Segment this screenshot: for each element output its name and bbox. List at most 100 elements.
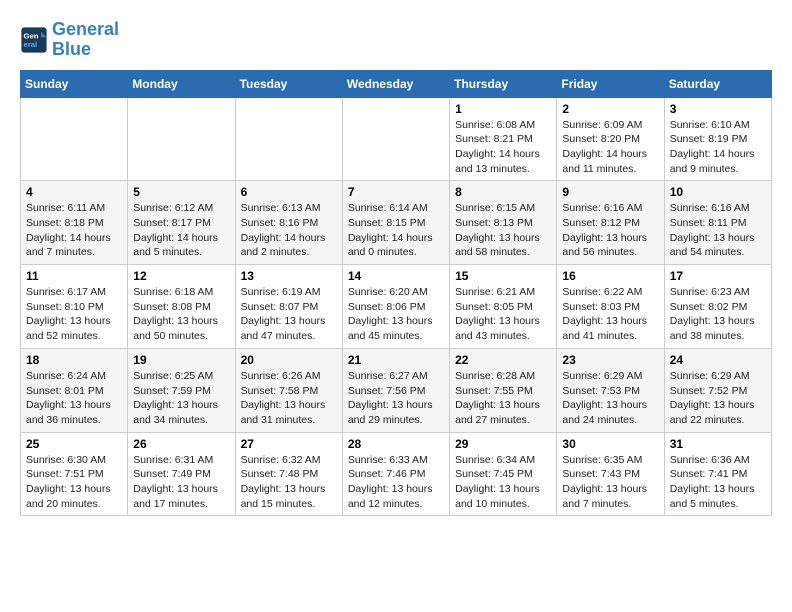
calendar-cell <box>342 97 449 181</box>
calendar-cell: 28 Sunrise: 6:33 AMSunset: 7:46 PMDayligh… <box>342 432 449 516</box>
day-number: 12 <box>133 269 229 283</box>
calendar-cell: 9 Sunrise: 6:16 AMSunset: 8:12 PMDaylight… <box>557 181 664 265</box>
weekday-header-sunday: Sunday <box>21 70 128 97</box>
logo: Gen eral General Blue <box>20 20 119 60</box>
calendar-cell: 29 Sunrise: 6:34 AMSunset: 7:45 PMDayligh… <box>450 432 557 516</box>
day-info: Sunrise: 6:26 AMSunset: 7:58 PMDaylight:… <box>241 369 337 428</box>
calendar-cell: 7 Sunrise: 6:14 AMSunset: 8:15 PMDaylight… <box>342 181 449 265</box>
svg-text:Gen: Gen <box>24 31 39 40</box>
day-info: Sunrise: 6:29 AMSunset: 7:53 PMDaylight:… <box>562 369 658 428</box>
calendar-cell: 22Sunrise: 6:28 AMSunset: 7:55 PMDayligh… <box>450 348 557 432</box>
calendar-cell: 1Sunrise: 6:08 AMSunset: 8:21 PMDaylight… <box>450 97 557 181</box>
weekday-header-wednesday: Wednesday <box>342 70 449 97</box>
calendar-table: SundayMondayTuesdayWednesdayThursdayFrid… <box>20 70 772 517</box>
calendar-cell: 31 Sunrise: 6:36 AMSunset: 7:41 PMDayligh… <box>664 432 771 516</box>
day-number: 29 <box>455 437 551 451</box>
weekday-header-thursday: Thursday <box>450 70 557 97</box>
day-number: 15 <box>455 269 551 283</box>
calendar-week-1: 1Sunrise: 6:08 AMSunset: 8:21 PMDaylight… <box>21 97 772 181</box>
day-number: 23 <box>562 353 658 367</box>
calendar-body: 1Sunrise: 6:08 AMSunset: 8:21 PMDaylight… <box>21 97 772 516</box>
day-info: Sunrise: 6:08 AMSunset: 8:21 PMDaylight:… <box>455 118 551 177</box>
day-number: 10 <box>670 185 766 199</box>
svg-text:eral: eral <box>24 40 38 49</box>
day-info: Sunrise: 6:14 AMSunset: 8:15 PMDaylight:… <box>348 201 444 260</box>
calendar-cell: 26 Sunrise: 6:31 AMSunset: 7:49 PMDayligh… <box>128 432 235 516</box>
day-number: 9 <box>562 185 658 199</box>
day-number: 30 <box>562 437 658 451</box>
logo-icon: Gen eral <box>20 26 48 54</box>
day-info: Sunrise: 6:27 AMSunset: 7:56 PMDaylight:… <box>348 369 444 428</box>
calendar-cell: 14 Sunrise: 6:20 AMSunset: 8:06 PMDayligh… <box>342 265 449 349</box>
calendar-cell: 25Sunrise: 6:30 AMSunset: 7:51 PMDayligh… <box>21 432 128 516</box>
calendar-cell: 6Sunrise: 6:13 AMSunset: 8:16 PMDaylight… <box>235 181 342 265</box>
calendar-cell: 11 Sunrise: 6:17 AMSunset: 8:10 PMDayligh… <box>21 265 128 349</box>
day-info: Sunrise: 6:21 AMSunset: 8:05 PMDaylight:… <box>455 285 551 344</box>
calendar-cell <box>235 97 342 181</box>
calendar-cell: 10 Sunrise: 6:16 AMSunset: 8:11 PMDayligh… <box>664 181 771 265</box>
day-info: Sunrise: 6:29 AMSunset: 7:52 PMDaylight:… <box>670 369 766 428</box>
day-info: Sunrise: 6:25 AMSunset: 7:59 PMDaylight:… <box>133 369 229 428</box>
day-number: 20 <box>241 353 337 367</box>
day-number: 16 <box>562 269 658 283</box>
day-number: 24 <box>670 353 766 367</box>
day-number: 4 <box>26 185 122 199</box>
calendar-cell: 24 Sunrise: 6:29 AMSunset: 7:52 PMDayligh… <box>664 348 771 432</box>
day-info: Sunrise: 6:17 AMSunset: 8:10 PMDaylight:… <box>26 285 122 344</box>
page-header: Gen eral General Blue <box>20 20 772 60</box>
day-number: 27 <box>241 437 337 451</box>
calendar-cell <box>128 97 235 181</box>
day-info: Sunrise: 6:09 AMSunset: 8:20 PMDaylight:… <box>562 118 658 177</box>
day-info: Sunrise: 6:32 AMSunset: 7:48 PMDaylight:… <box>241 453 337 512</box>
calendar-cell: 17Sunrise: 6:23 AMSunset: 8:02 PMDayligh… <box>664 265 771 349</box>
day-info: Sunrise: 6:34 AMSunset: 7:45 PMDaylight:… <box>455 453 551 512</box>
calendar-cell: 15 Sunrise: 6:21 AMSunset: 8:05 PMDayligh… <box>450 265 557 349</box>
calendar-cell: 20 Sunrise: 6:26 AMSunset: 7:58 PMDayligh… <box>235 348 342 432</box>
calendar-week-3: 11 Sunrise: 6:17 AMSunset: 8:10 PMDayligh… <box>21 265 772 349</box>
calendar-cell: 13Sunrise: 6:19 AMSunset: 8:07 PMDayligh… <box>235 265 342 349</box>
day-number: 8 <box>455 185 551 199</box>
day-info: Sunrise: 6:16 AMSunset: 8:12 PMDaylight:… <box>562 201 658 260</box>
day-info: Sunrise: 6:20 AMSunset: 8:06 PMDaylight:… <box>348 285 444 344</box>
day-number: 17 <box>670 269 766 283</box>
day-info: Sunrise: 6:12 AMSunset: 8:17 PMDaylight:… <box>133 201 229 260</box>
day-info: Sunrise: 6:33 AMSunset: 7:46 PMDaylight:… <box>348 453 444 512</box>
calendar-header-row: SundayMondayTuesdayWednesdayThursdayFrid… <box>21 70 772 97</box>
calendar-cell: 18Sunrise: 6:24 AMSunset: 8:01 PMDayligh… <box>21 348 128 432</box>
day-info: Sunrise: 6:35 AMSunset: 7:43 PMDaylight:… <box>562 453 658 512</box>
calendar-cell <box>21 97 128 181</box>
day-number: 11 <box>26 269 122 283</box>
weekday-header-saturday: Saturday <box>664 70 771 97</box>
day-number: 26 <box>133 437 229 451</box>
day-info: Sunrise: 6:16 AMSunset: 8:11 PMDaylight:… <box>670 201 766 260</box>
day-info: Sunrise: 6:36 AMSunset: 7:41 PMDaylight:… <box>670 453 766 512</box>
day-number: 19 <box>133 353 229 367</box>
day-info: Sunrise: 6:13 AMSunset: 8:16 PMDaylight:… <box>241 201 337 260</box>
day-info: Sunrise: 6:30 AMSunset: 7:51 PMDaylight:… <box>26 453 122 512</box>
calendar-week-2: 4 Sunrise: 6:11 AMSunset: 8:18 PMDaylight… <box>21 181 772 265</box>
day-number: 22 <box>455 353 551 367</box>
calendar-cell: 3Sunrise: 6:10 AMSunset: 8:19 PMDaylight… <box>664 97 771 181</box>
day-number: 7 <box>348 185 444 199</box>
day-number: 31 <box>670 437 766 451</box>
weekday-header-tuesday: Tuesday <box>235 70 342 97</box>
day-info: Sunrise: 6:11 AMSunset: 8:18 PMDaylight:… <box>26 201 122 260</box>
calendar-cell: 2Sunrise: 6:09 AMSunset: 8:20 PMDaylight… <box>557 97 664 181</box>
weekday-header-monday: Monday <box>128 70 235 97</box>
calendar-cell: 23 Sunrise: 6:29 AMSunset: 7:53 PMDayligh… <box>557 348 664 432</box>
calendar-cell: 30 Sunrise: 6:35 AMSunset: 7:43 PMDayligh… <box>557 432 664 516</box>
day-number: 21 <box>348 353 444 367</box>
day-info: Sunrise: 6:15 AMSunset: 8:13 PMDaylight:… <box>455 201 551 260</box>
day-number: 13 <box>241 269 337 283</box>
calendar-cell: 8 Sunrise: 6:15 AMSunset: 8:13 PMDaylight… <box>450 181 557 265</box>
day-info: Sunrise: 6:31 AMSunset: 7:49 PMDaylight:… <box>133 453 229 512</box>
day-number: 18 <box>26 353 122 367</box>
day-number: 5 <box>133 185 229 199</box>
day-number: 28 <box>348 437 444 451</box>
logo-text: General Blue <box>52 20 119 60</box>
day-number: 3 <box>670 102 766 116</box>
calendar-cell: 5 Sunrise: 6:12 AMSunset: 8:17 PMDaylight… <box>128 181 235 265</box>
calendar-cell: 19 Sunrise: 6:25 AMSunset: 7:59 PMDayligh… <box>128 348 235 432</box>
day-number: 14 <box>348 269 444 283</box>
day-info: Sunrise: 6:18 AMSunset: 8:08 PMDaylight:… <box>133 285 229 344</box>
